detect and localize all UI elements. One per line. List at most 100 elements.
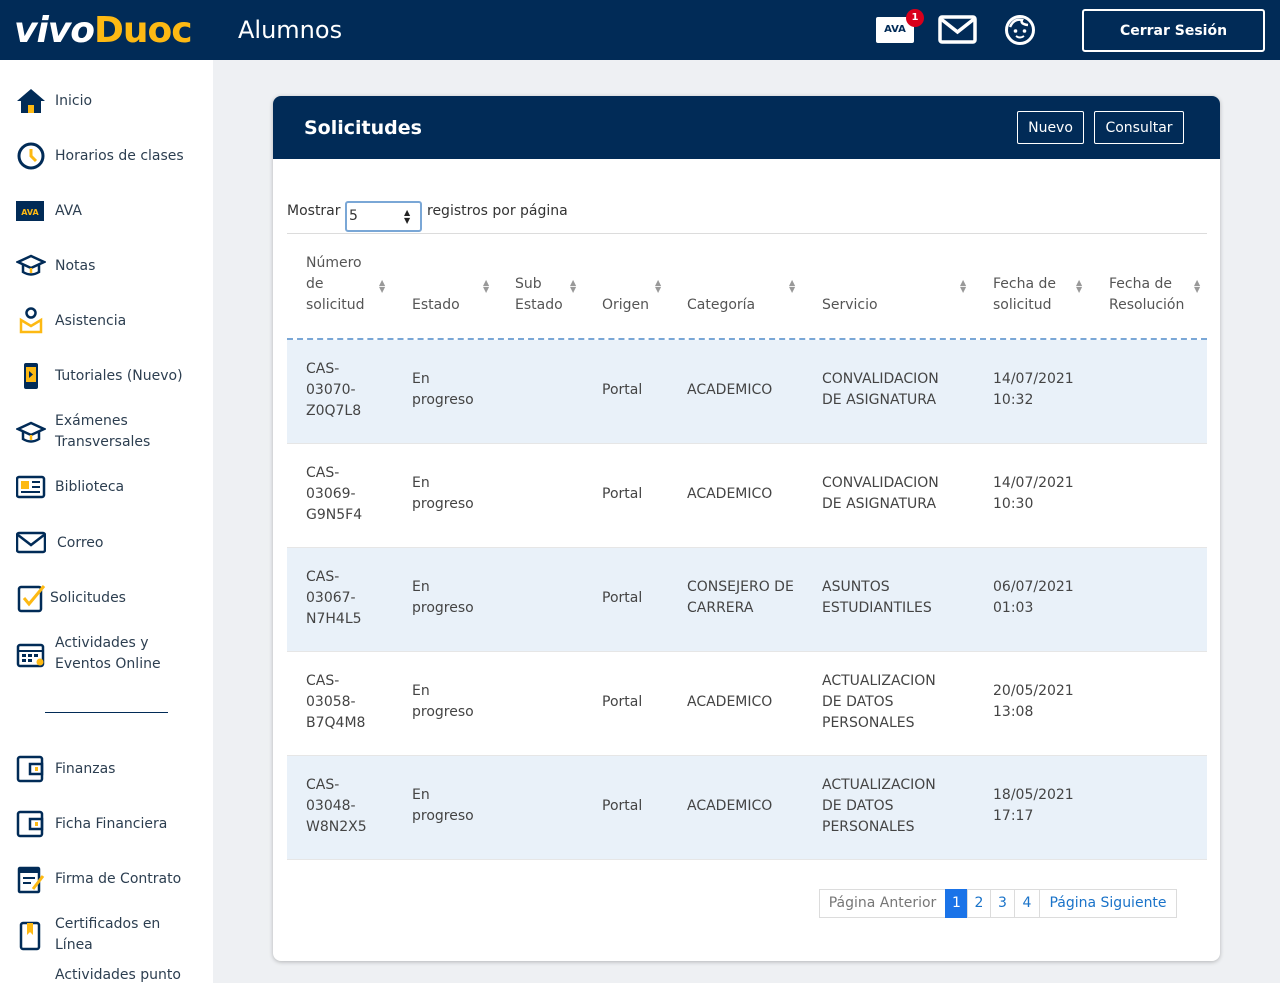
cell-servicio: CONVALIDACION DE ASIGNATURA bbox=[822, 371, 939, 408]
cell-origen: Portal bbox=[602, 590, 643, 606]
sidebar-item-label: Inicio bbox=[55, 93, 93, 109]
cell-estado: En progreso bbox=[412, 683, 474, 720]
per-page-label: registros por página bbox=[427, 203, 568, 219]
cell-categoria: ACADEMICO bbox=[687, 382, 773, 398]
phone-tutorial-icon bbox=[16, 361, 46, 391]
sidebar-item-actividades-punto[interactable]: Actividades punto bbox=[0, 964, 213, 983]
cell-servicio: ACTUALIZACION DE DATOS PERSONALES bbox=[822, 673, 936, 731]
logo-text-duoc: Duoc bbox=[94, 10, 193, 51]
column-header-fecha-resolucion[interactable]: Fecha de Resolución bbox=[1109, 274, 1195, 316]
cell-categoria: ACADEMICO bbox=[687, 486, 773, 502]
cell-origen: Portal bbox=[602, 694, 643, 710]
sidebar-item-finanzas[interactable]: Finanzas bbox=[0, 754, 213, 784]
sidebar-item-label: Biblioteca bbox=[55, 479, 125, 495]
sidebar-item-label: Ficha Financiera bbox=[55, 816, 168, 832]
mail-icon bbox=[15, 527, 47, 557]
sidebar-item-examenes[interactable]: Exámenes Transversales bbox=[0, 410, 213, 454]
cell-categoria: CONSEJERO DE CARRERA bbox=[687, 579, 794, 616]
column-header-origen[interactable]: Origen bbox=[602, 295, 649, 316]
wallet-icon bbox=[16, 754, 46, 784]
table-row[interactable]: CAS-03069-G9N5F4 En progreso Portal ACAD… bbox=[287, 444, 1207, 548]
sort-icon[interactable]: ▲ ▼ bbox=[379, 279, 385, 294]
pagination-prev-button[interactable]: Página Anterior bbox=[819, 889, 946, 918]
notification-badge: 1 bbox=[906, 9, 924, 27]
column-header-sub-estado[interactable]: Sub Estado bbox=[515, 274, 565, 316]
sidebar-item-label: AVA bbox=[55, 203, 82, 219]
sidebar-item-actividades-eventos[interactable]: Actividades y Eventos Online bbox=[0, 632, 213, 676]
cell-numero: CAS-03070-Z0Q7L8 bbox=[306, 361, 362, 419]
cell-estado: En progreso bbox=[412, 787, 474, 824]
sidebar-item-firma-contrato[interactable]: Firma de Contrato bbox=[0, 864, 213, 894]
new-request-button[interactable]: Nuevo bbox=[1017, 111, 1084, 144]
sort-icon[interactable]: ▲ ▼ bbox=[1194, 279, 1200, 294]
home-icon bbox=[16, 86, 46, 116]
cell-numero: CAS-03067-N7H4L5 bbox=[306, 569, 362, 627]
sidebar-item-ficha-financiera[interactable]: Ficha Financiera bbox=[0, 809, 213, 839]
pagination-page-4[interactable]: 4 bbox=[1014, 889, 1040, 918]
column-header-fecha-solicitud[interactable]: Fecha de solicitud bbox=[993, 274, 1073, 316]
sidebar-item-certificados[interactable]: Certificados en Línea bbox=[0, 913, 213, 957]
book-icon bbox=[15, 472, 46, 502]
column-header-servicio[interactable]: Servicio bbox=[822, 295, 878, 316]
profile-face-icon[interactable] bbox=[1004, 14, 1036, 46]
sort-icon[interactable]: ▲ ▼ bbox=[1076, 279, 1082, 294]
table-row[interactable]: CAS-03048-W8N2X5 En progreso Portal ACAD… bbox=[287, 756, 1207, 860]
contract-icon bbox=[16, 864, 46, 894]
sidebar-item-label: Firma de Contrato bbox=[55, 871, 182, 887]
table-row[interactable]: CAS-03070-Z0Q7L8 En progreso Portal ACAD… bbox=[287, 340, 1207, 444]
pagination-page-2[interactable]: 2 bbox=[967, 889, 991, 918]
cell-numero: CAS-03058-B7Q4M8 bbox=[306, 673, 366, 731]
column-header-estado[interactable]: Estado bbox=[412, 295, 460, 316]
sidebar-item-label: Notas bbox=[55, 258, 96, 274]
sidebar-item-correo[interactable]: Correo bbox=[0, 527, 213, 557]
sort-icon[interactable]: ▲ ▼ bbox=[483, 279, 489, 294]
cell-fecha-solicitud: 20/05/2021 13:08 bbox=[993, 683, 1074, 720]
pagination-next-button[interactable]: Página Siguiente bbox=[1039, 889, 1177, 918]
pagination-page-1[interactable]: 1 bbox=[945, 889, 968, 918]
logo-text-vivo: vivo bbox=[14, 10, 95, 51]
sidebar-item-horarios[interactable]: Horarios de clases bbox=[0, 141, 213, 171]
pagination-page-3[interactable]: 3 bbox=[990, 889, 1015, 918]
cell-fecha-solicitud: 14/07/2021 10:32 bbox=[993, 371, 1074, 408]
panel-title: Solicitudes bbox=[304, 117, 422, 139]
certificate-icon bbox=[16, 921, 46, 951]
sidebar-item-label: Tutoriales (Nuevo) bbox=[55, 368, 183, 384]
sort-icon[interactable]: ▲ ▼ bbox=[655, 279, 661, 294]
column-header-numero[interactable]: Número de solicitud bbox=[306, 253, 374, 316]
graduation-cap-icon bbox=[15, 418, 47, 448]
ava-icon: AVA bbox=[16, 201, 44, 221]
table-row[interactable]: CAS-03067-N7H4L5 En progreso Portal CONS… bbox=[287, 548, 1207, 652]
attendance-icon bbox=[16, 306, 46, 336]
cell-origen: Portal bbox=[602, 486, 643, 502]
calendar-icon bbox=[16, 640, 46, 670]
sidebar-item-label: Correo bbox=[57, 535, 104, 551]
column-header-categoria[interactable]: Categoría bbox=[687, 295, 755, 316]
sort-icon[interactable]: ▲ ▼ bbox=[570, 279, 576, 294]
cell-fecha-solicitud: 14/07/2021 10:30 bbox=[993, 475, 1074, 512]
sidebar-item-label: Horarios de clases bbox=[55, 148, 184, 164]
sidebar-item-label: Certificados en Línea bbox=[55, 916, 161, 953]
consult-button[interactable]: Consultar bbox=[1094, 111, 1184, 144]
show-label: Mostrar bbox=[287, 203, 341, 219]
sidebar-item-asistencia[interactable]: Asistencia bbox=[0, 306, 213, 336]
graduation-cap-icon bbox=[15, 251, 47, 281]
sidebar-item-inicio[interactable]: Inicio bbox=[0, 86, 213, 116]
sidebar-item-biblioteca[interactable]: Biblioteca bbox=[0, 472, 213, 502]
clock-icon bbox=[16, 141, 46, 171]
cell-servicio: ASUNTOS ESTUDIANTILES bbox=[822, 579, 932, 616]
sort-icon[interactable]: ▲ ▼ bbox=[789, 279, 795, 294]
cell-estado: En progreso bbox=[412, 475, 474, 512]
sidebar-item-notas[interactable]: Notas bbox=[0, 251, 213, 281]
table-row[interactable]: CAS-03058-B7Q4M8 En progreso Portal ACAD… bbox=[287, 652, 1207, 756]
cell-estado: En progreso bbox=[412, 371, 474, 408]
sort-icon[interactable]: ▲ ▼ bbox=[960, 279, 966, 294]
mail-icon[interactable] bbox=[938, 14, 978, 46]
sidebar-item-tutoriales[interactable]: Tutoriales (Nuevo) bbox=[0, 361, 213, 391]
page-size-select[interactable]: 5 bbox=[345, 201, 422, 232]
sidebar-item-ava[interactable]: AVA AVA bbox=[0, 196, 213, 226]
sidebar-item-label: Asistencia bbox=[55, 313, 127, 329]
sidebar-item-solicitudes[interactable]: Solicitudes bbox=[0, 583, 213, 613]
logout-button[interactable]: Cerrar Sesión bbox=[1082, 9, 1265, 52]
vivoduoc-logo[interactable]: vivoDuoc bbox=[14, 8, 193, 54]
divider bbox=[287, 233, 1207, 234]
